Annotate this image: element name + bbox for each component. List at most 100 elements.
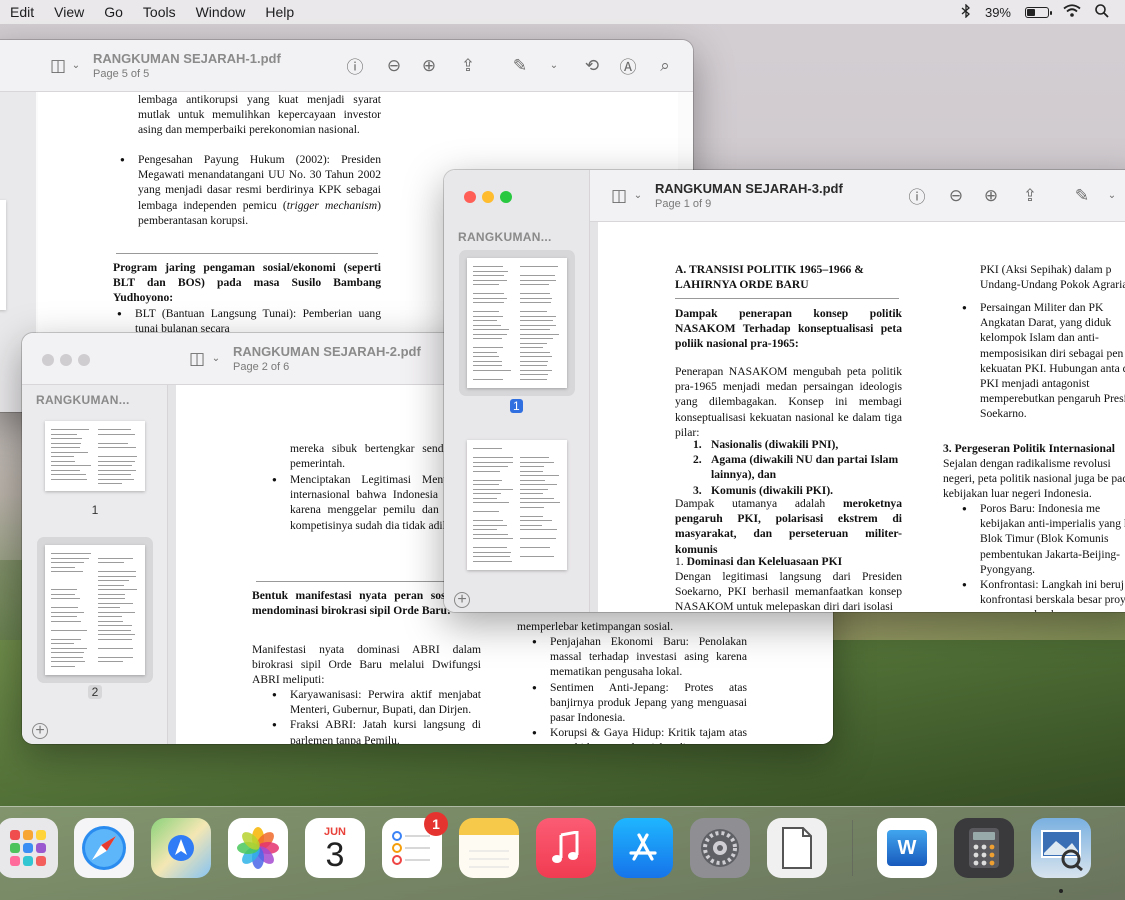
thumbnail-text-line (473, 293, 504, 294)
thumbnail-text-line (473, 302, 504, 303)
thumbnail-text-line (473, 325, 501, 326)
section-heading: Program jaring pengaman sosial/ekonomi (… (113, 260, 381, 306)
search-icon[interactable]: ⌕ (653, 54, 677, 78)
menu-edit[interactable]: Edit (0, 4, 44, 20)
preview-icon[interactable] (1031, 818, 1091, 878)
markup-pen-icon[interactable]: ✎ (1070, 184, 1094, 208)
minimize-button[interactable] (60, 354, 72, 366)
list-item: Pengesahan Payung Hukum (2002): Presiden… (116, 152, 381, 228)
thumbnail-text-line (520, 520, 552, 521)
thumbnail-text-line (520, 320, 553, 321)
window-controls (42, 353, 96, 371)
zoom-button[interactable] (500, 191, 512, 203)
thumbnail-text-line (51, 657, 83, 658)
thumbnail-text-line (51, 447, 80, 448)
thumbnail-text-line (520, 298, 552, 299)
rotate-icon[interactable]: ⟲ (580, 54, 604, 78)
thumbnail-text-line (473, 457, 513, 458)
reminders-icon[interactable]: 1 (382, 818, 442, 878)
chevron-down-icon[interactable]: ⌄ (64, 54, 88, 78)
music-icon[interactable] (536, 818, 596, 878)
thumbnail-text-line (520, 489, 548, 490)
close-button[interactable] (464, 191, 476, 203)
thumbnail-text-line (520, 293, 550, 294)
add-page-icon[interactable]: + (454, 592, 470, 608)
thumbnail-text-line (51, 474, 86, 475)
notes-icon[interactable] (459, 818, 519, 878)
chevron-down-icon[interactable]: ⌄ (1100, 184, 1124, 208)
document-page: A. TRANSISI POLITIK 1965–1966 & LAHIRNYA… (598, 222, 1125, 612)
close-button[interactable] (42, 354, 54, 366)
safari-icon[interactable] (74, 818, 134, 878)
menubar: Edit View Go Tools Window Help 39% (0, 0, 1125, 24)
zoom-in-icon[interactable]: ⊕ (417, 54, 441, 78)
notification-badge: 1 (424, 812, 448, 836)
info-icon[interactable]: ⓘ (343, 54, 367, 78)
chevron-down-icon[interactable]: ⌄ (542, 54, 566, 78)
textedit-icon[interactable] (767, 818, 827, 878)
menu-tools[interactable]: Tools (133, 4, 186, 20)
thumbnail-text-line (473, 311, 499, 312)
info-icon[interactable]: ⓘ (905, 184, 929, 208)
minimize-button[interactable] (482, 191, 494, 203)
page-gutter (590, 222, 598, 612)
app-store-icon[interactable] (613, 818, 673, 878)
calculator-icon[interactable] (954, 818, 1014, 878)
thumbnail-text-line (520, 302, 551, 303)
sidebar-title: RANGKUMAN... (444, 230, 566, 244)
zoom-out-icon[interactable]: ⊖ (382, 54, 406, 78)
page-thumbnail-2[interactable] (45, 545, 145, 675)
system-preferences-icon[interactable] (690, 818, 750, 878)
spotlight-search-icon[interactable] (1095, 4, 1109, 21)
thumbnail-text-line (98, 479, 134, 480)
thumbnail-text-line (473, 466, 508, 467)
thumbnail-text-line (51, 470, 80, 471)
thumbnail-text-line (473, 338, 502, 339)
menu-go[interactable]: Go (94, 4, 133, 20)
thumbnail-text-line (51, 648, 87, 649)
thumbnail-text-line (473, 561, 512, 562)
thumbnail-text-line (520, 556, 554, 557)
page-indicator: Page 5 of 5 (93, 68, 281, 80)
window-controls (464, 190, 518, 208)
page-thumbnail[interactable] (0, 200, 6, 310)
maps-icon[interactable] (151, 818, 211, 878)
share-icon[interactable]: ⇪ (1018, 184, 1042, 208)
launchpad-icon[interactable] (0, 818, 58, 878)
word-icon[interactable]: W (877, 818, 937, 878)
thumbnail-text-line (520, 334, 559, 335)
thumbnail-text-line (520, 280, 556, 281)
wifi-icon[interactable] (1063, 4, 1081, 20)
thumbnail-text-line (51, 652, 84, 653)
menu-view[interactable]: View (44, 4, 94, 20)
thumbnail-text-line (51, 553, 91, 554)
add-page-icon[interactable]: + (32, 723, 48, 739)
zoom-out-icon[interactable]: ⊖ (944, 184, 968, 208)
chevron-down-icon[interactable]: ⌄ (204, 347, 228, 371)
menu-window[interactable]: Window (186, 4, 256, 20)
chevron-down-icon[interactable]: ⌄ (626, 184, 650, 208)
thumbnail-text-line (51, 438, 82, 439)
thumbnail-text-line (473, 489, 513, 490)
zoom-button[interactable] (78, 354, 90, 366)
preview-window-3[interactable]: RANGKUMAN... 1 + ◫ ⌄ RANGKUMAN SEJARAH-3… (444, 170, 1125, 612)
zoom-in-icon[interactable]: ⊕ (979, 184, 1003, 208)
share-icon[interactable]: ⇪ (456, 54, 480, 78)
menu-help[interactable]: Help (255, 4, 304, 20)
bluetooth-icon[interactable] (961, 4, 971, 21)
battery-percent: 39% (985, 5, 1011, 20)
page-thumbnail-1[interactable] (45, 421, 145, 491)
calendar-icon[interactable]: JUN 3 (305, 818, 365, 878)
thumbnail-text-line (473, 520, 503, 521)
photos-icon[interactable] (228, 818, 288, 878)
battery-icon[interactable] (1025, 7, 1049, 18)
markup-pen-icon[interactable]: ✎ (508, 54, 532, 78)
thumbnail-text-line (98, 447, 136, 448)
markup-icon[interactable]: Ⓐ (616, 54, 640, 78)
list-item: 1. Nasionalis (diwakili PNI), (675, 437, 902, 452)
page-thumbnail-1[interactable] (467, 258, 567, 388)
page-thumbnail-2[interactable] (467, 440, 567, 570)
thumbnail-text-line (473, 316, 503, 317)
thumbnail-text-line (98, 616, 122, 617)
thumbnail-text-line (473, 329, 509, 330)
